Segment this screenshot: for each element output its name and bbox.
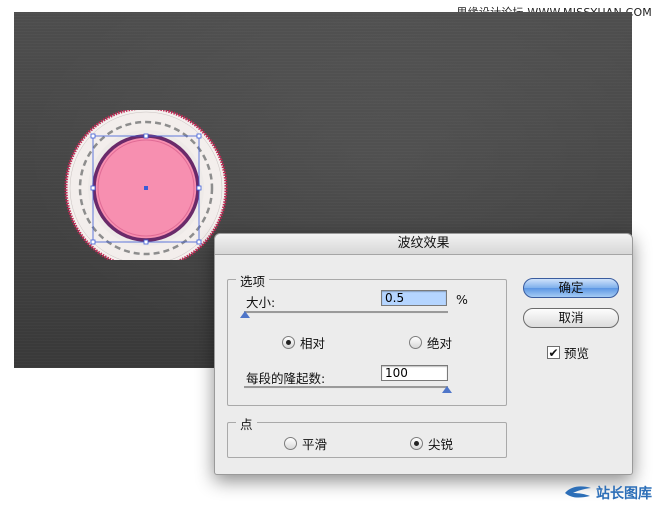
relative-radio-label: 相对: [300, 336, 326, 351]
smooth-radio-label: 平滑: [302, 437, 328, 452]
size-slider-track[interactable]: [244, 311, 448, 314]
size-slider-thumb[interactable]: [240, 311, 250, 318]
roughen-dialog: 波纹效果 选项 大小: % 相对 绝对 每段的隆起数: 点 平滑 尖锐 确定: [214, 233, 633, 475]
corner-radio-label: 尖锐: [428, 437, 454, 452]
wing-logo-icon: [565, 486, 591, 498]
preview-label: 预览: [564, 346, 590, 361]
size-unit: %: [456, 292, 468, 307]
badge-artwork[interactable]: [64, 110, 234, 260]
absolute-radio-dot[interactable]: [409, 336, 422, 349]
relative-radio-dot[interactable]: [282, 336, 295, 349]
dialog-title[interactable]: 波纹效果: [215, 234, 632, 255]
absolute-radio-label: 绝对: [427, 336, 453, 351]
preview-check-icon[interactable]: ✔: [547, 346, 560, 359]
ok-button[interactable]: 确定: [523, 278, 619, 298]
corner-radio-dot[interactable]: [410, 437, 423, 450]
ridges-label: 每段的隆起数:: [246, 371, 326, 386]
relative-radio[interactable]: 相对: [282, 333, 325, 352]
ridges-slider-track[interactable]: [244, 386, 448, 389]
preview-checkbox[interactable]: ✔ 预览: [547, 343, 589, 362]
options-group: 选项 大小: % 相对 绝对 每段的隆起数:: [227, 271, 507, 406]
corner-radio[interactable]: 尖锐: [410, 434, 453, 453]
center-point: [144, 186, 148, 190]
smooth-radio[interactable]: 平滑: [284, 434, 327, 453]
cancel-button[interactable]: 取消: [523, 308, 619, 328]
size-input[interactable]: [381, 290, 447, 306]
absolute-radio[interactable]: 绝对: [409, 333, 452, 352]
smooth-radio-dot[interactable]: [284, 437, 297, 450]
points-group-label: 点: [236, 414, 257, 433]
site-logo: 站长图库: [563, 483, 652, 503]
ridges-input[interactable]: [381, 365, 448, 381]
size-label: 大小:: [246, 295, 276, 310]
options-group-label: 选项: [236, 271, 270, 290]
logo-text: 站长图库: [596, 486, 652, 502]
ridges-slider-thumb[interactable]: [442, 386, 452, 393]
points-group: 点 平滑 尖锐: [227, 414, 507, 458]
